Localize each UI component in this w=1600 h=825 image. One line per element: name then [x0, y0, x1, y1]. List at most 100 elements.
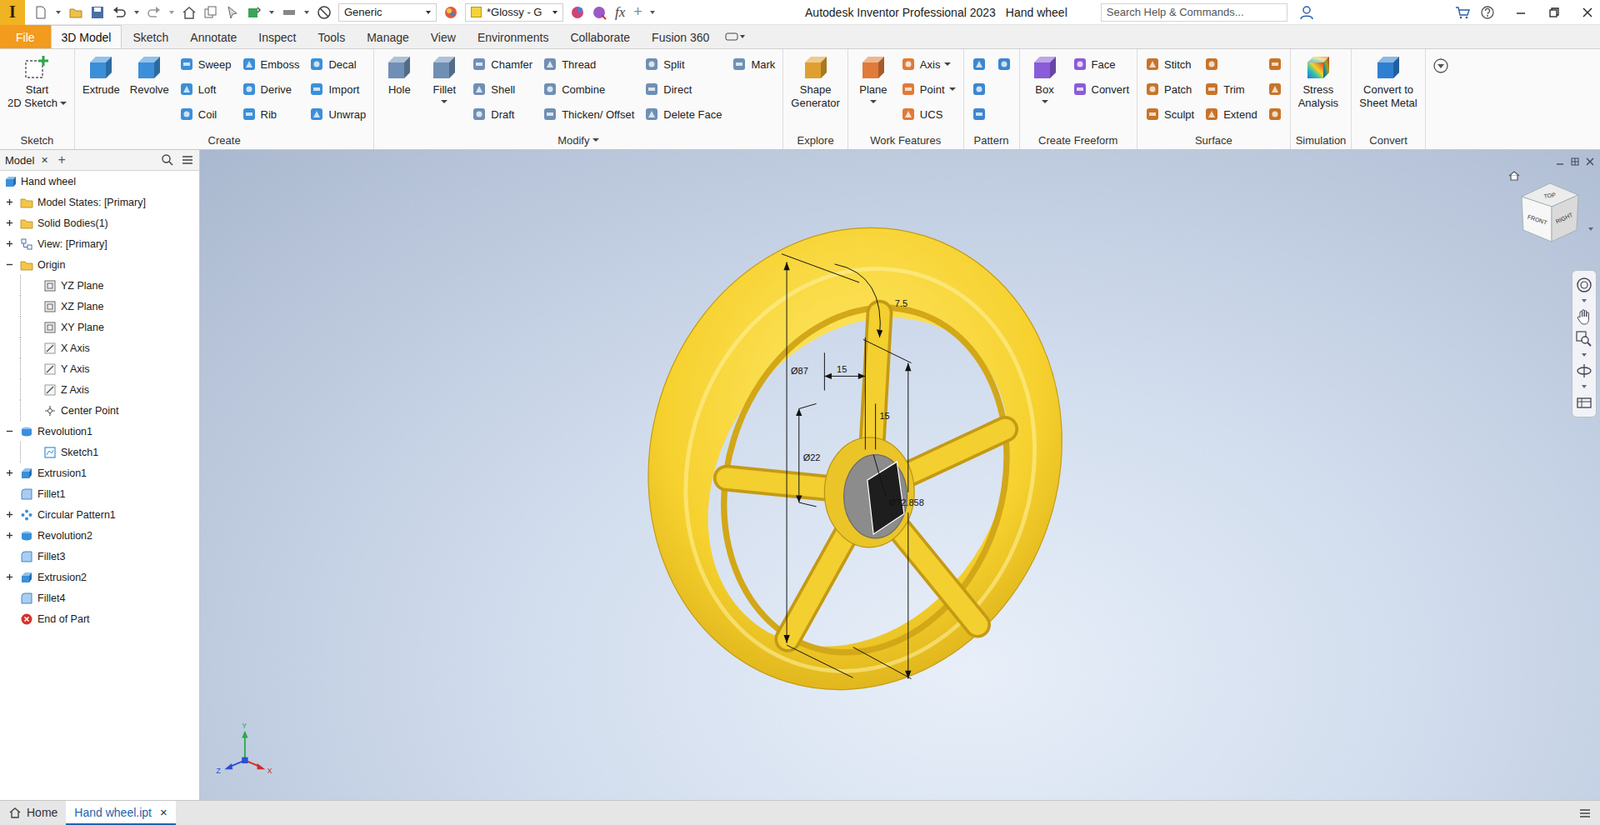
dropdown-caret[interactable]	[949, 87, 956, 91]
ribbon-small-button[interactable]: Direct	[640, 76, 726, 102]
undo-icon[interactable]	[111, 5, 127, 20]
ribbon-button[interactable]: Box	[1023, 51, 1067, 105]
tree-item[interactable]: Model States: [Primary]	[0, 191, 200, 213]
dimension-label[interactable]: 15	[836, 364, 847, 375]
caret-icon[interactable]	[55, 9, 62, 16]
ribbon-small-button[interactable]: Convert	[1068, 76, 1135, 102]
ribbon-button[interactable]: Plane	[851, 51, 895, 105]
ribbon-tab[interactable]: Manage	[355, 25, 420, 49]
panel-options-icon[interactable]	[725, 30, 747, 43]
tree-item[interactable]: Sketch1	[0, 441, 200, 463]
expand-icon[interactable]	[5, 240, 14, 248]
ribbon-tab[interactable]: 3D Model	[50, 25, 123, 49]
ribbon-small-button[interactable]: Stitch	[1140, 51, 1199, 77]
expand-icon[interactable]	[5, 198, 14, 206]
view-cube-menu-icon[interactable]	[1586, 225, 1595, 234]
measure-icon[interactable]	[281, 5, 297, 20]
caret-icon[interactable]	[1580, 298, 1589, 304]
view-cube[interactable]: TOPFRONTRIGHT	[1508, 170, 1589, 254]
caret-icon[interactable]	[1580, 352, 1589, 358]
tree-item[interactable]: XY Plane	[0, 316, 200, 338]
ribbon-small-button[interactable]: Emboss	[237, 51, 305, 77]
tree-item[interactable]: Center Point	[0, 400, 200, 421]
steering-wheel-icon[interactable]	[1575, 275, 1594, 295]
zoom-icon[interactable]	[1575, 330, 1594, 349]
document-tab[interactable]: Home	[0, 800, 66, 825]
tree-item[interactable]: End of Part	[0, 608, 200, 630]
adjust-appearance-icon[interactable]	[570, 5, 585, 20]
appearance-ball-icon[interactable]	[443, 5, 459, 20]
ribbon-tab[interactable]: Collaborate	[559, 25, 641, 49]
dimension-label[interactable]: Ø87	[790, 365, 809, 376]
dimension-label[interactable]: Ø22	[803, 452, 821, 463]
redo-icon[interactable]	[146, 5, 162, 20]
collapse-icon[interactable]	[5, 427, 14, 435]
material-dropdown[interactable]: Generic	[338, 3, 437, 22]
ribbon-tab[interactable]: Fusion 360	[640, 25, 720, 49]
save-icon[interactable]	[90, 5, 105, 20]
ribbon-small-button[interactable]: Import	[305, 76, 370, 102]
ribbon-button[interactable]: Fillet	[422, 51, 466, 105]
expand-icon[interactable]	[5, 469, 14, 477]
caret-icon[interactable]	[303, 9, 310, 16]
ribbon-tab[interactable]: Sketch	[121, 25, 180, 49]
update-icon[interactable]	[246, 5, 262, 20]
cart-icon[interactable]	[1455, 5, 1470, 20]
tree-item[interactable]: Circular Pattern1	[0, 504, 200, 525]
hand-wheel[interactable]	[591, 175, 1119, 741]
ribbon-small-button[interactable]: Thicken/ Offset	[538, 101, 639, 127]
look-at-icon[interactable]	[1575, 393, 1594, 412]
dropdown-caret[interactable]	[870, 100, 877, 104]
ribbon-small-button[interactable]	[1263, 101, 1287, 127]
sphere-icon[interactable]	[316, 5, 332, 20]
cube-right-label[interactable]: RIGHT	[1555, 211, 1575, 225]
ribbon-small-button[interactable]: Rib	[237, 101, 305, 127]
ribbon-small-button[interactable]: Trim	[1200, 76, 1261, 102]
ribbon-tab[interactable]: View	[420, 25, 467, 49]
tree-item[interactable]: Fillet1	[0, 483, 200, 505]
ribbon-options-icon[interactable]	[1432, 57, 1450, 75]
ribbon-small-button[interactable]: UCS	[896, 101, 960, 127]
ribbon-small-button[interactable]: Split	[640, 51, 726, 77]
ribbon-tab[interactable]: Inspect	[247, 25, 307, 49]
app-logo[interactable]: I	[0, 0, 25, 25]
ribbon-button[interactable]: StressAnalysis	[1294, 51, 1343, 112]
document-tab-close[interactable]: ×	[160, 805, 168, 820]
ribbon-small-button[interactable]: Chamfer	[467, 51, 537, 77]
customize-caret-icon[interactable]	[649, 9, 656, 16]
collapse-icon[interactable]	[5, 260, 14, 269]
cube-front-label[interactable]: FRONT	[1526, 214, 1549, 226]
dimension-label[interactable]: 7.5	[895, 298, 908, 309]
tree-item[interactable]: View: [Primary]	[0, 233, 200, 255]
ribbon-small-button[interactable]	[1200, 51, 1261, 77]
browser-tab-close[interactable]: ×	[40, 153, 48, 167]
dropdown-caret[interactable]	[944, 62, 951, 66]
dropdown-caret[interactable]	[1041, 100, 1049, 104]
tree-item[interactable]: Fillet3	[0, 545, 200, 567]
ribbon-small-button[interactable]	[967, 51, 991, 77]
browser-add-tab[interactable]: +	[58, 152, 66, 168]
dimension-label[interactable]: Ø72.858	[889, 497, 925, 508]
close-view-icon[interactable]	[1585, 156, 1595, 167]
ribbon-small-button[interactable]: Sculpt	[1140, 101, 1199, 127]
parameters-button[interactable]: fx	[613, 4, 627, 21]
close-icon[interactable]	[1580, 5, 1595, 20]
caret-icon[interactable]	[1580, 384, 1589, 390]
ribbon-small-button[interactable]	[967, 101, 991, 127]
ribbon-small-button[interactable]: Point	[896, 76, 960, 102]
add-button[interactable]: +	[633, 3, 643, 21]
ribbon-small-button[interactable]	[992, 51, 1016, 77]
home-icon[interactable]	[181, 5, 197, 20]
tree-item[interactable]: Hand wheel	[0, 170, 200, 192]
ribbon-tab[interactable]: Environments	[466, 25, 560, 49]
tree-item[interactable]: Extrusion1	[0, 462, 200, 484]
ribbon-tab[interactable]: File	[0, 25, 51, 49]
ribbon-small-button[interactable]: Shell	[467, 76, 537, 102]
ribbon-small-button[interactable]: Face	[1068, 51, 1135, 77]
appearance-dropdown[interactable]: *Glossy - G	[465, 3, 564, 22]
ribbon-button[interactable]: Convert toSheet Metal	[1355, 51, 1421, 112]
tile-view-icon[interactable]	[1570, 156, 1580, 167]
tree-item[interactable]: Fillet4	[0, 587, 200, 609]
dimension-label[interactable]: 15	[880, 410, 890, 421]
select-icon[interactable]	[225, 5, 240, 20]
